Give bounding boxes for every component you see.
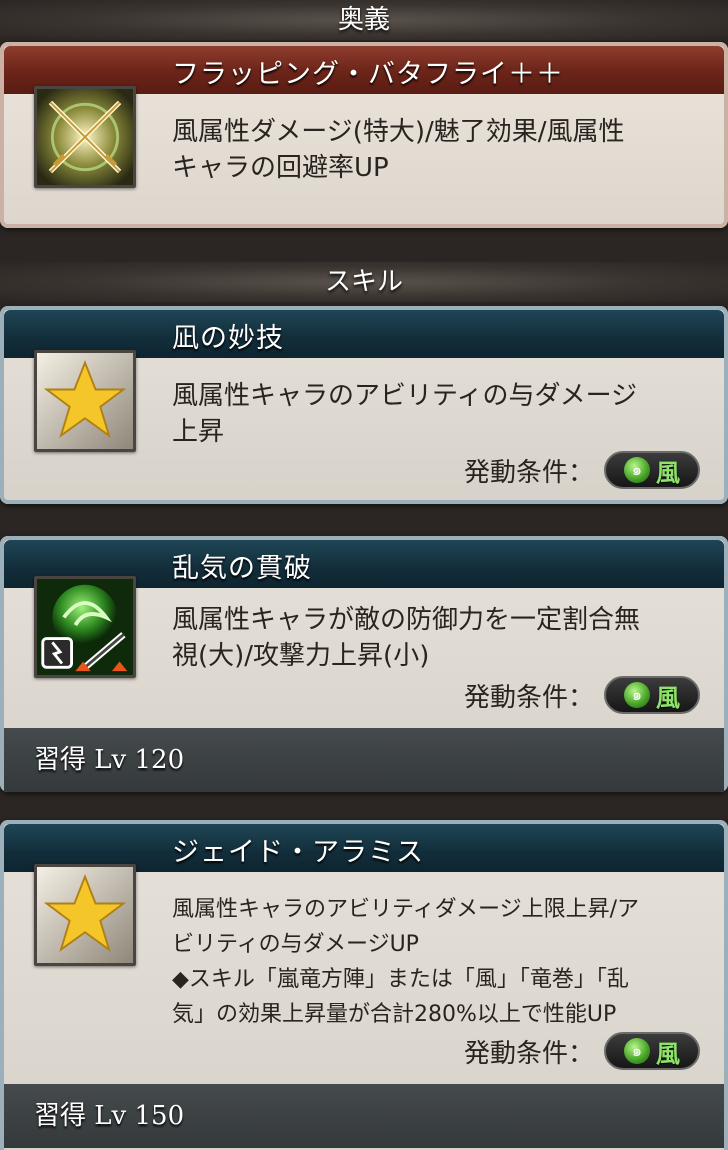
activation-condition: 発動条件： ๑ 風 [464, 675, 700, 715]
skill-desc-line: ビリティの与ダメージUP [172, 932, 419, 957]
skill-desc-line: 視(大)/攻撃力上昇(小) [172, 641, 430, 671]
star-icon [34, 864, 136, 966]
element-label: 風 [656, 458, 680, 487]
wind-icon: ๑ [624, 457, 650, 483]
ougi-section-label: 奥義 [337, 5, 390, 35]
skill-desc-line: 風属性キャラが敵の防御力を一定割合無 [172, 605, 641, 635]
skill-card-2[interactable]: 乱気の貫破 風属性キャラが敵の防御力を一定割合無 視(大)/攻撃力上昇(小) 発… [0, 536, 728, 792]
learn-level-bar: 習得 Lv 120 [4, 728, 724, 792]
learn-level: Lv 120 [94, 745, 185, 775]
condition-label: 発動条件： [463, 682, 594, 713]
activation-condition: 発動条件： ๑ 風 [464, 1031, 700, 1071]
skill-desc-line: 風属性キャラのアビリティの与ダメージ [172, 381, 638, 411]
skill-name: ジェイド・アラミス [172, 837, 424, 868]
skill-name: 凪の妙技 [172, 323, 284, 354]
star-icon [34, 350, 136, 452]
learn-label: 習得 [34, 1101, 87, 1131]
wind-icon: ๑ [624, 682, 650, 708]
skill-section-label: スキル [324, 267, 403, 297]
skill-card-1[interactable]: 凪の妙技 風属性キャラのアビリティの与ダメージ 上昇 発動条件： ๑ 風 [0, 306, 728, 504]
skill-desc-line: 上昇 [172, 417, 225, 447]
element-label: 風 [656, 1039, 680, 1068]
skill-desc-line: 気」の効果上昇量が合計280%以上で性能UP [172, 1002, 617, 1027]
skill-desc-line: ◆スキル「嵐竜方陣」または「風」「竜巻」「乱 [172, 967, 629, 992]
crossed-swords-icon [34, 86, 136, 188]
ougi-section-header: 奥義 [0, 0, 728, 40]
skill-name: 乱気の貫破 [172, 553, 312, 584]
learn-label: 習得 [34, 745, 87, 775]
ougi-desc-line1: 風属性ダメージ(特大)/魅了効果/風属性 [172, 117, 625, 147]
wind-icon: ๑ [624, 1038, 650, 1064]
ougi-card[interactable]: フラッピング・バタフライ＋＋ 風属性ダメージ(特大)/魅了効果/風属性 キャラの… [0, 42, 728, 228]
skill-section-header: スキル [0, 262, 728, 302]
learn-level-bar: 習得 Lv 150 [4, 1084, 724, 1148]
skill-desc-line: 風属性キャラのアビリティダメージ上限上昇/ア [172, 897, 639, 922]
wind-break-icon [34, 576, 136, 678]
activation-condition: 発動条件： ๑ 風 [464, 450, 700, 490]
element-badge: ๑ 風 [604, 676, 700, 714]
condition-label: 発動条件： [463, 457, 594, 488]
element-badge: ๑ 風 [604, 451, 700, 489]
element-badge: ๑ 風 [604, 1032, 700, 1070]
skill-card-3[interactable]: ジェイド・アラミス 風属性キャラのアビリティダメージ上限上昇/ア ビリティの与ダ… [0, 820, 728, 1150]
ougi-name: フラッピング・バタフライ＋＋ [172, 59, 564, 90]
ougi-desc-line2: キャラの回避率UP [172, 153, 389, 183]
learn-level: Lv 150 [94, 1101, 185, 1131]
condition-label: 発動条件： [463, 1038, 594, 1069]
element-label: 風 [656, 683, 680, 712]
